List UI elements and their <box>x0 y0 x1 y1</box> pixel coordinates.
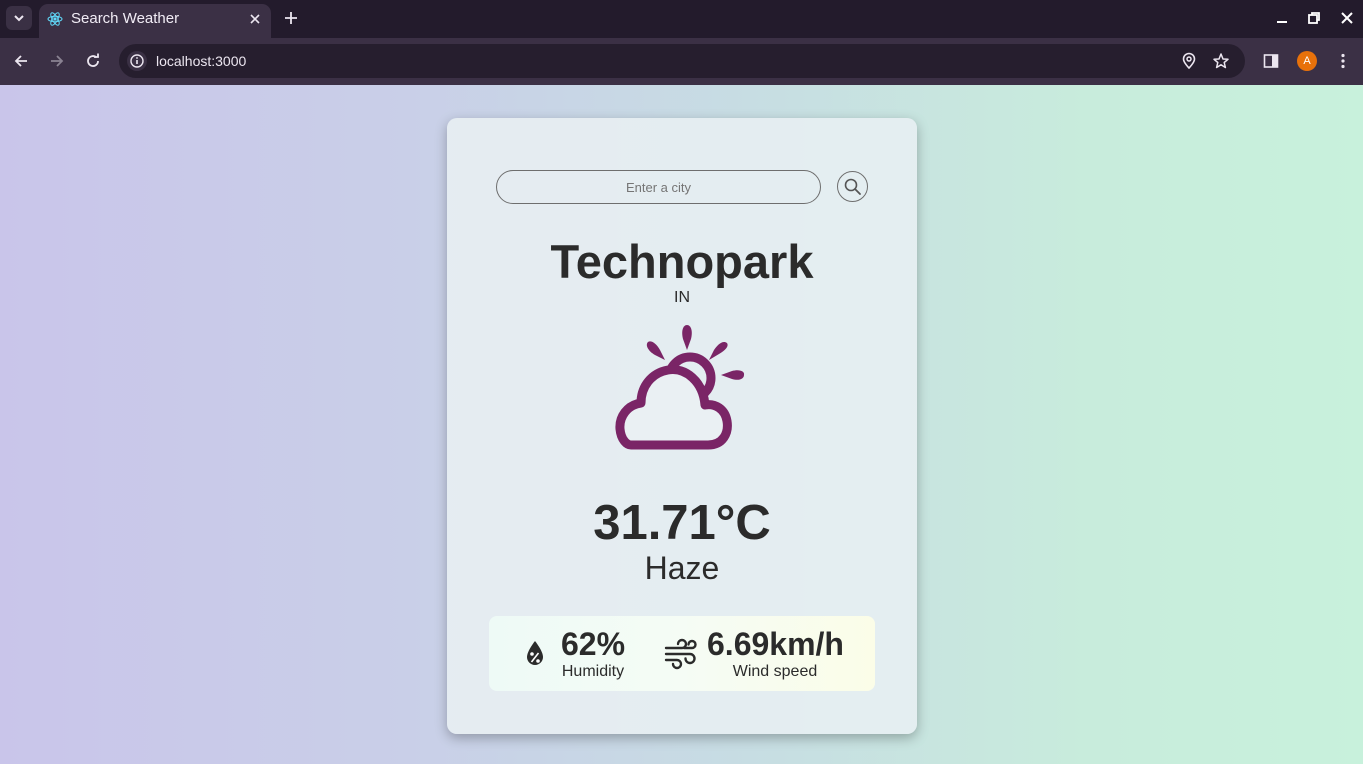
city-search-input[interactable] <box>496 170 821 204</box>
more-menu-icon[interactable] <box>1334 52 1352 70</box>
browser-tab[interactable]: Search Weather <box>39 4 271 38</box>
search-icon <box>844 178 861 195</box>
close-tab-icon[interactable] <box>247 11 263 27</box>
weather-stats-panel: 62% Humidity 6.69km/h Wind speed <box>489 616 875 691</box>
tab-search-button[interactable] <box>6 6 32 30</box>
weather-card: Technopark IN 31.71°C Haze <box>447 118 917 734</box>
bookmark-star-icon[interactable] <box>1212 52 1230 70</box>
url-text: localhost:3000 <box>156 53 247 69</box>
back-arrow-icon[interactable] <box>12 52 30 70</box>
info-icon <box>130 54 144 68</box>
restore-icon[interactable] <box>1307 11 1321 25</box>
search-button[interactable] <box>837 171 868 202</box>
country-code: IN <box>674 289 690 306</box>
reload-icon[interactable] <box>84 52 102 70</box>
site-info-button[interactable] <box>127 51 147 71</box>
forward-arrow-icon[interactable] <box>48 52 66 70</box>
temperature-value: 31.71°C <box>593 496 771 550</box>
wind-icon <box>664 638 697 670</box>
humidity-label: Humidity <box>561 663 625 680</box>
side-panel-icon[interactable] <box>1262 52 1280 70</box>
humidity-value: 62% <box>561 626 626 662</box>
location-pin-icon[interactable] <box>1180 52 1198 70</box>
weather-description: Haze <box>644 550 720 586</box>
new-tab-icon[interactable] <box>282 9 300 27</box>
chevron-down-icon <box>14 15 24 22</box>
close-window-icon[interactable] <box>1340 11 1354 25</box>
profile-avatar[interactable]: A <box>1297 51 1317 71</box>
browser-toolbar: localhost:3000 A <box>0 38 1363 85</box>
wind-speed-label: Wind speed <box>732 663 818 680</box>
humidity-icon <box>527 641 543 665</box>
city-name: Technopark <box>550 235 814 288</box>
tab-title: Search Weather <box>71 10 180 27</box>
tab-strip: Search Weather <box>0 0 1363 38</box>
react-logo-icon <box>47 12 63 26</box>
address-bar[interactable]: localhost:3000 <box>119 44 1245 78</box>
sun-behind-cloud-icon <box>615 325 745 450</box>
page-viewport: Technopark IN 31.71°C Haze <box>0 85 1363 764</box>
wind-speed-value: 6.69km/h <box>707 626 844 662</box>
minimize-icon[interactable] <box>1275 11 1289 25</box>
